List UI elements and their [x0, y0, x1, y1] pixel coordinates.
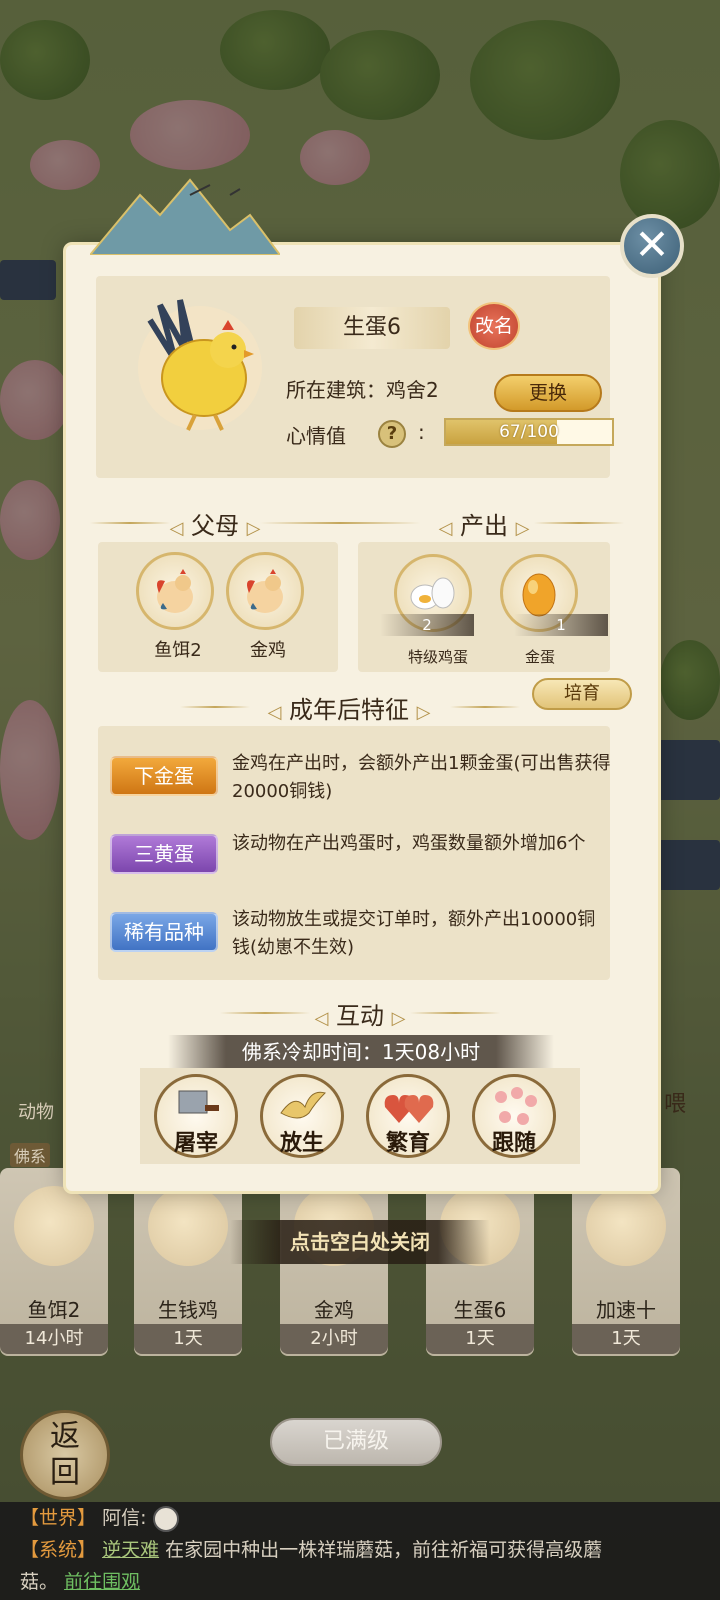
- help-icon[interactable]: ?: [378, 420, 406, 448]
- mood-label: 心情值: [286, 424, 346, 448]
- animal-name-plate: 生蛋6: [294, 307, 450, 349]
- breed-button[interactable]: 繁育: [366, 1074, 450, 1158]
- cleaver-icon: [178, 1090, 219, 1114]
- max-level-button[interactable]: 已满级: [270, 1418, 442, 1466]
- parent-name: 鱼饵2: [154, 640, 202, 661]
- slaughter-label: 屠宰: [173, 1130, 218, 1156]
- output-name: 特级鸡蛋: [407, 648, 468, 666]
- divider: [450, 706, 520, 708]
- chat-channel-tag: 【系统】: [20, 1539, 97, 1561]
- close-icon[interactable]: ✕: [620, 214, 684, 278]
- cooldown-text: 佛系冷却时间：1天08小时: [168, 1035, 554, 1069]
- chat-go-watch-link[interactable]: 前往围观: [64, 1571, 140, 1593]
- animal-card[interactable]: 生钱鸡 1天: [134, 1168, 242, 1356]
- animal-avatar: [148, 1186, 228, 1266]
- animal-avatar: [586, 1186, 666, 1266]
- animal-time: 2小时: [280, 1324, 388, 1354]
- interaction-actions: 屠宰 放生 繁育 跟随: [140, 1068, 580, 1164]
- interact-title: ◁ 互动 ▷: [314, 1002, 406, 1030]
- release-button[interactable]: 放生: [260, 1074, 344, 1158]
- divider: [220, 1012, 310, 1014]
- slaughter-button[interactable]: 屠宰: [154, 1074, 238, 1158]
- divider: [260, 522, 420, 524]
- divider: [90, 522, 170, 524]
- eggs-icon: [410, 577, 455, 610]
- mood-value: 67/100: [499, 422, 559, 442]
- divider: [534, 522, 624, 524]
- animal-avatar: [14, 1186, 94, 1266]
- chat-panel[interactable]: 【世界】 阿信: 【系统】 逆天难 在家园中种出一株祥瑞蘑菇，前往祈福可获得高级…: [0, 1502, 720, 1600]
- output-count: 2: [380, 614, 474, 636]
- mood-bar: 67/100: [444, 418, 614, 446]
- rooster-icon: [247, 569, 283, 613]
- trait-badge: 三黄蛋: [110, 834, 218, 874]
- animal-name: 生蛋6: [453, 1298, 507, 1322]
- output-name: 金蛋: [524, 648, 555, 666]
- chat-line-system: 【系统】 逆天难 在家园中种出一株祥瑞蘑菇，前往祈福可获得高级蘑: [20, 1534, 700, 1566]
- mood-colon: :: [418, 420, 425, 444]
- chicken-portrait-icon: [138, 299, 262, 431]
- animal-time: 1天: [572, 1324, 680, 1354]
- paw-icon: [495, 1087, 537, 1125]
- tap-to-close-hint: 点击空白处关闭: [230, 1220, 490, 1264]
- building-label: 所在建筑：鸡舍2: [286, 378, 439, 402]
- hearts-icon: [384, 1095, 434, 1123]
- mountain-decoration-icon: [90, 178, 280, 255]
- follow-button[interactable]: 跟随: [472, 1074, 556, 1158]
- animal-card[interactable]: 加速十 1天: [572, 1168, 680, 1356]
- animal-name: 生钱鸡: [158, 1298, 218, 1322]
- breed-label: 繁育: [385, 1130, 430, 1156]
- feed-label: 喂: [664, 1092, 687, 1117]
- parent-avatar[interactable]: [136, 552, 214, 630]
- divider: [410, 1012, 500, 1014]
- bird-icon: [280, 1091, 326, 1119]
- animal-tab-label: 动物: [18, 1102, 54, 1123]
- chat-message: 在家园中种出一株祥瑞蘑菇，前往祈福可获得高级蘑: [165, 1539, 603, 1561]
- divider: [180, 706, 250, 708]
- rename-button[interactable]: 改名: [468, 302, 520, 350]
- animal-name: 加速十: [596, 1298, 656, 1322]
- trait-description: 金鸡在产出时，会额外产出1颗金蛋(可出售获得20000铜钱): [232, 753, 611, 802]
- trait-description: 该动物放生或提交订单时，额外产出10000铜钱(幼崽不生效): [232, 909, 596, 958]
- parent-avatar[interactable]: [226, 552, 304, 630]
- animal-time: 14小时: [0, 1324, 108, 1354]
- trait-description: 该动物在产出鸡蛋时，鸡蛋数量额外增加6个: [232, 833, 586, 854]
- trait-badge: 下金蛋: [110, 756, 218, 796]
- parents-title: ◁ 父母 ▷: [169, 512, 261, 540]
- emoji-icon: [152, 1505, 179, 1532]
- animal-time: 1天: [426, 1324, 534, 1354]
- chat-line-world: 【世界】 阿信:: [20, 1502, 700, 1534]
- animal-name: 金鸡: [314, 1298, 354, 1322]
- breed-train-button[interactable]: 培育: [532, 678, 632, 710]
- chat-message-cont: 菇。: [20, 1571, 59, 1593]
- trait-badge: 稀有品种: [110, 912, 218, 952]
- golden-egg-icon: [522, 573, 556, 617]
- building-value: 鸡舍2: [386, 378, 439, 402]
- follow-label: 跟随: [491, 1130, 536, 1156]
- output-count: 1: [514, 614, 608, 636]
- chat-line-system-cont: 菇。 前往围观: [20, 1566, 700, 1598]
- rooster-icon: [157, 569, 193, 613]
- animal-name: 鱼饵2: [27, 1298, 81, 1322]
- parent-name: 金鸡: [250, 640, 286, 661]
- change-building-button[interactable]: 更换: [494, 374, 602, 412]
- output-title: ◁ 产出 ▷: [438, 512, 530, 540]
- animal-card[interactable]: 鱼饵2 14小时: [0, 1168, 108, 1356]
- chat-sender[interactable]: 阿信:: [102, 1507, 146, 1529]
- animal-time: 1天: [134, 1324, 242, 1354]
- filter-label: 佛系: [10, 1143, 51, 1167]
- release-label: 放生: [279, 1130, 324, 1156]
- chat-channel-tag: 【世界】: [20, 1507, 97, 1529]
- back-button[interactable]: 返回: [20, 1410, 110, 1500]
- traits-title: ◁ 成年后特征 ▷: [267, 696, 431, 724]
- chat-player-name[interactable]: 逆天难: [102, 1539, 159, 1561]
